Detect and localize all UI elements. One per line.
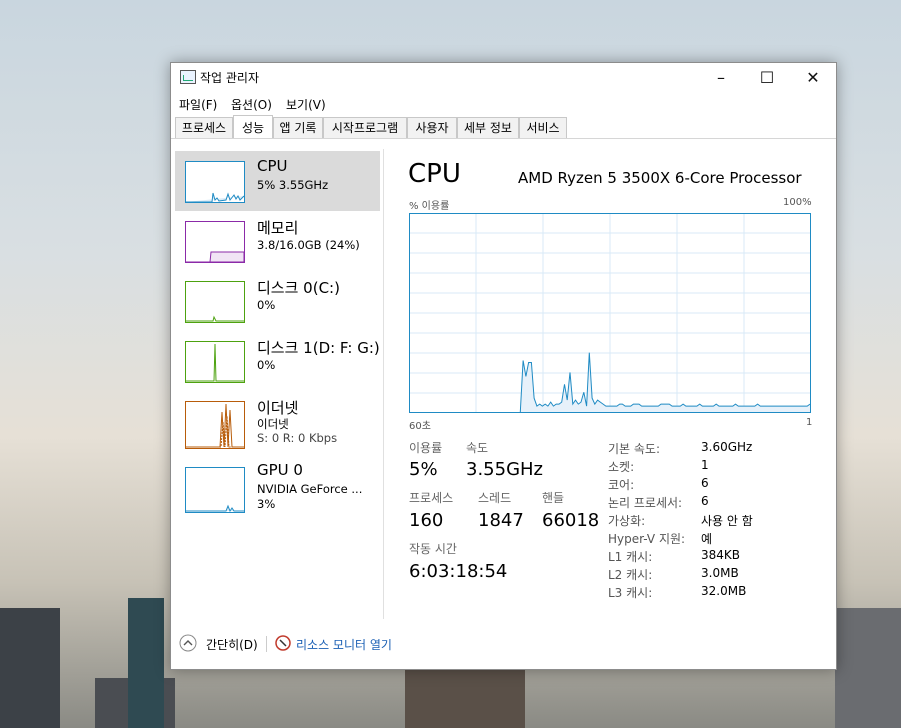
utilization-value: 5% (409, 459, 438, 480)
menu-options[interactable]: 옵션(O) (231, 96, 272, 113)
resource-subtitle-2: 3% (257, 497, 276, 511)
memory-thumbnail (185, 221, 245, 263)
spec-value: 6 (701, 476, 709, 490)
spec-value: 예 (701, 532, 713, 546)
tab-users[interactable]: 사용자 (407, 117, 457, 138)
disk0-thumbnail (185, 281, 245, 323)
uptime-label: 작동 시간 (409, 542, 457, 556)
spec-key: L1 캐시: (608, 550, 653, 564)
spec-key: 소켓: (608, 460, 635, 474)
resource-title: 디스크 0(C:) (257, 279, 340, 297)
speed-value: 3.55GHz (466, 459, 544, 480)
title-bar[interactable]: 작업 관리자 – ☐ ✕ (171, 63, 836, 93)
resource-list: CPU 5% 3.55GHz 메모리 3.8/16.0GB (24%) 디스크 … (175, 149, 383, 629)
spec-value: 3.60GHz (701, 440, 753, 454)
window-title: 작업 관리자 (200, 71, 260, 85)
resource-subtitle: 0% (257, 298, 276, 312)
threads-label: 스레드 (478, 491, 512, 505)
graph-ymax-label: 100% (783, 197, 812, 208)
speed-label: 속도 (466, 441, 489, 455)
resource-title: 디스크 1(D: F: G:) (257, 339, 380, 357)
spec-value: 384KB (701, 548, 741, 562)
spec-key: 가상화: (608, 514, 646, 528)
spec-value: 1 (701, 458, 709, 472)
spec-key: 코어: (608, 478, 635, 492)
tab-details[interactable]: 세부 정보 (457, 117, 519, 138)
resource-memory[interactable]: 메모리 3.8/16.0GB (24%) (175, 211, 380, 271)
spec-key: 기본 속도: (608, 442, 661, 456)
spec-value: 32.0MB (701, 584, 747, 598)
spec-value: 6 (701, 494, 709, 508)
cpu-usage-graph (409, 213, 811, 413)
minimize-button[interactable]: – (698, 63, 744, 93)
processes-value: 160 (409, 510, 444, 531)
menu-view[interactable]: 보기(V) (286, 96, 326, 113)
resource-gpu[interactable]: GPU 0 NVIDIA GeForce ... 3% (175, 455, 380, 515)
ethernet-thumbnail (185, 401, 245, 449)
resource-subtitle: 0% (257, 358, 276, 372)
cpu-heading: CPU (408, 159, 461, 189)
menu-file[interactable]: 파일(F) (179, 96, 217, 113)
tab-startup[interactable]: 시작프로그램 (323, 117, 407, 138)
spec-key: L3 캐시: (608, 586, 653, 600)
graph-xend-label: 1 (806, 417, 813, 428)
spec-value: 3.0MB (701, 566, 739, 580)
tab-performance[interactable]: 성능 (233, 115, 273, 138)
resource-cpu[interactable]: CPU 5% 3.55GHz (175, 151, 380, 211)
resource-title: CPU (257, 157, 288, 175)
resource-monitor-label: 리소스 모니터 열기 (296, 638, 392, 652)
footer-bar: 간단히(D) 리소스 모니터 열기 (171, 629, 836, 669)
chevron-up-icon (179, 634, 197, 652)
resource-subtitle: 3.8/16.0GB (24%) (257, 238, 360, 252)
resource-monitor-icon (275, 635, 291, 651)
tab-baseline (171, 138, 836, 139)
processes-label: 프로세스 (409, 491, 454, 505)
resource-title: GPU 0 (257, 461, 303, 479)
background-building (835, 608, 901, 728)
disk1-thumbnail (185, 341, 245, 383)
footer-separator (266, 636, 267, 652)
graph-ylabel: % 이용률 (409, 201, 450, 212)
resource-ethernet[interactable]: 이더넷 이더넷 S: 0 R: 0 Kbps (175, 391, 380, 451)
gpu-thumbnail (185, 467, 245, 513)
background-building (0, 608, 60, 728)
handles-label: 핸들 (542, 491, 565, 505)
panel-divider (383, 149, 384, 619)
close-button[interactable]: ✕ (790, 63, 836, 93)
resource-subtitle: 5% 3.55GHz (257, 178, 329, 192)
cpu-model-name: AMD Ryzen 5 3500X 6-Core Processor (518, 169, 802, 187)
spec-key: L2 캐시: (608, 568, 653, 582)
spec-key: Hyper-V 지원: (608, 532, 686, 546)
resource-subtitle-2: S: 0 R: 0 Kbps (257, 431, 338, 445)
utilization-label: 이용률 (409, 441, 443, 455)
resource-disk-0[interactable]: 디스크 0(C:) 0% (175, 271, 380, 331)
resource-title: 메모리 (257, 219, 299, 237)
spec-key: 논리 프로세서: (608, 496, 683, 510)
resource-title: 이더넷 (257, 399, 299, 417)
uptime-value: 6:03:18:54 (409, 561, 508, 582)
maximize-button[interactable]: ☐ (744, 63, 790, 93)
tab-services[interactable]: 서비스 (519, 117, 567, 138)
tab-app-history[interactable]: 앱 기록 (273, 117, 323, 138)
cpu-thumbnail (185, 161, 245, 203)
resource-subtitle: NVIDIA GeForce ... (257, 482, 363, 496)
threads-value: 1847 (478, 510, 524, 531)
collapse-label: 간단히(D) (206, 638, 258, 652)
tab-processes[interactable]: 프로세스 (175, 117, 233, 138)
resource-subtitle: 이더넷 (257, 417, 289, 431)
resource-disk-1[interactable]: 디스크 1(D: F: G:) 0% (175, 331, 380, 391)
graph-xstart-label: 60초 (409, 421, 431, 432)
task-manager-icon (180, 70, 196, 84)
task-manager-window: 작업 관리자 – ☐ ✕ 파일(F) 옵션(O) 보기(V) 프로세스 성능 앱… (170, 62, 837, 670)
background-building (128, 598, 164, 728)
background-building (405, 668, 525, 728)
spec-value: 사용 안 함 (701, 514, 753, 528)
handles-value: 66018 (542, 510, 600, 531)
